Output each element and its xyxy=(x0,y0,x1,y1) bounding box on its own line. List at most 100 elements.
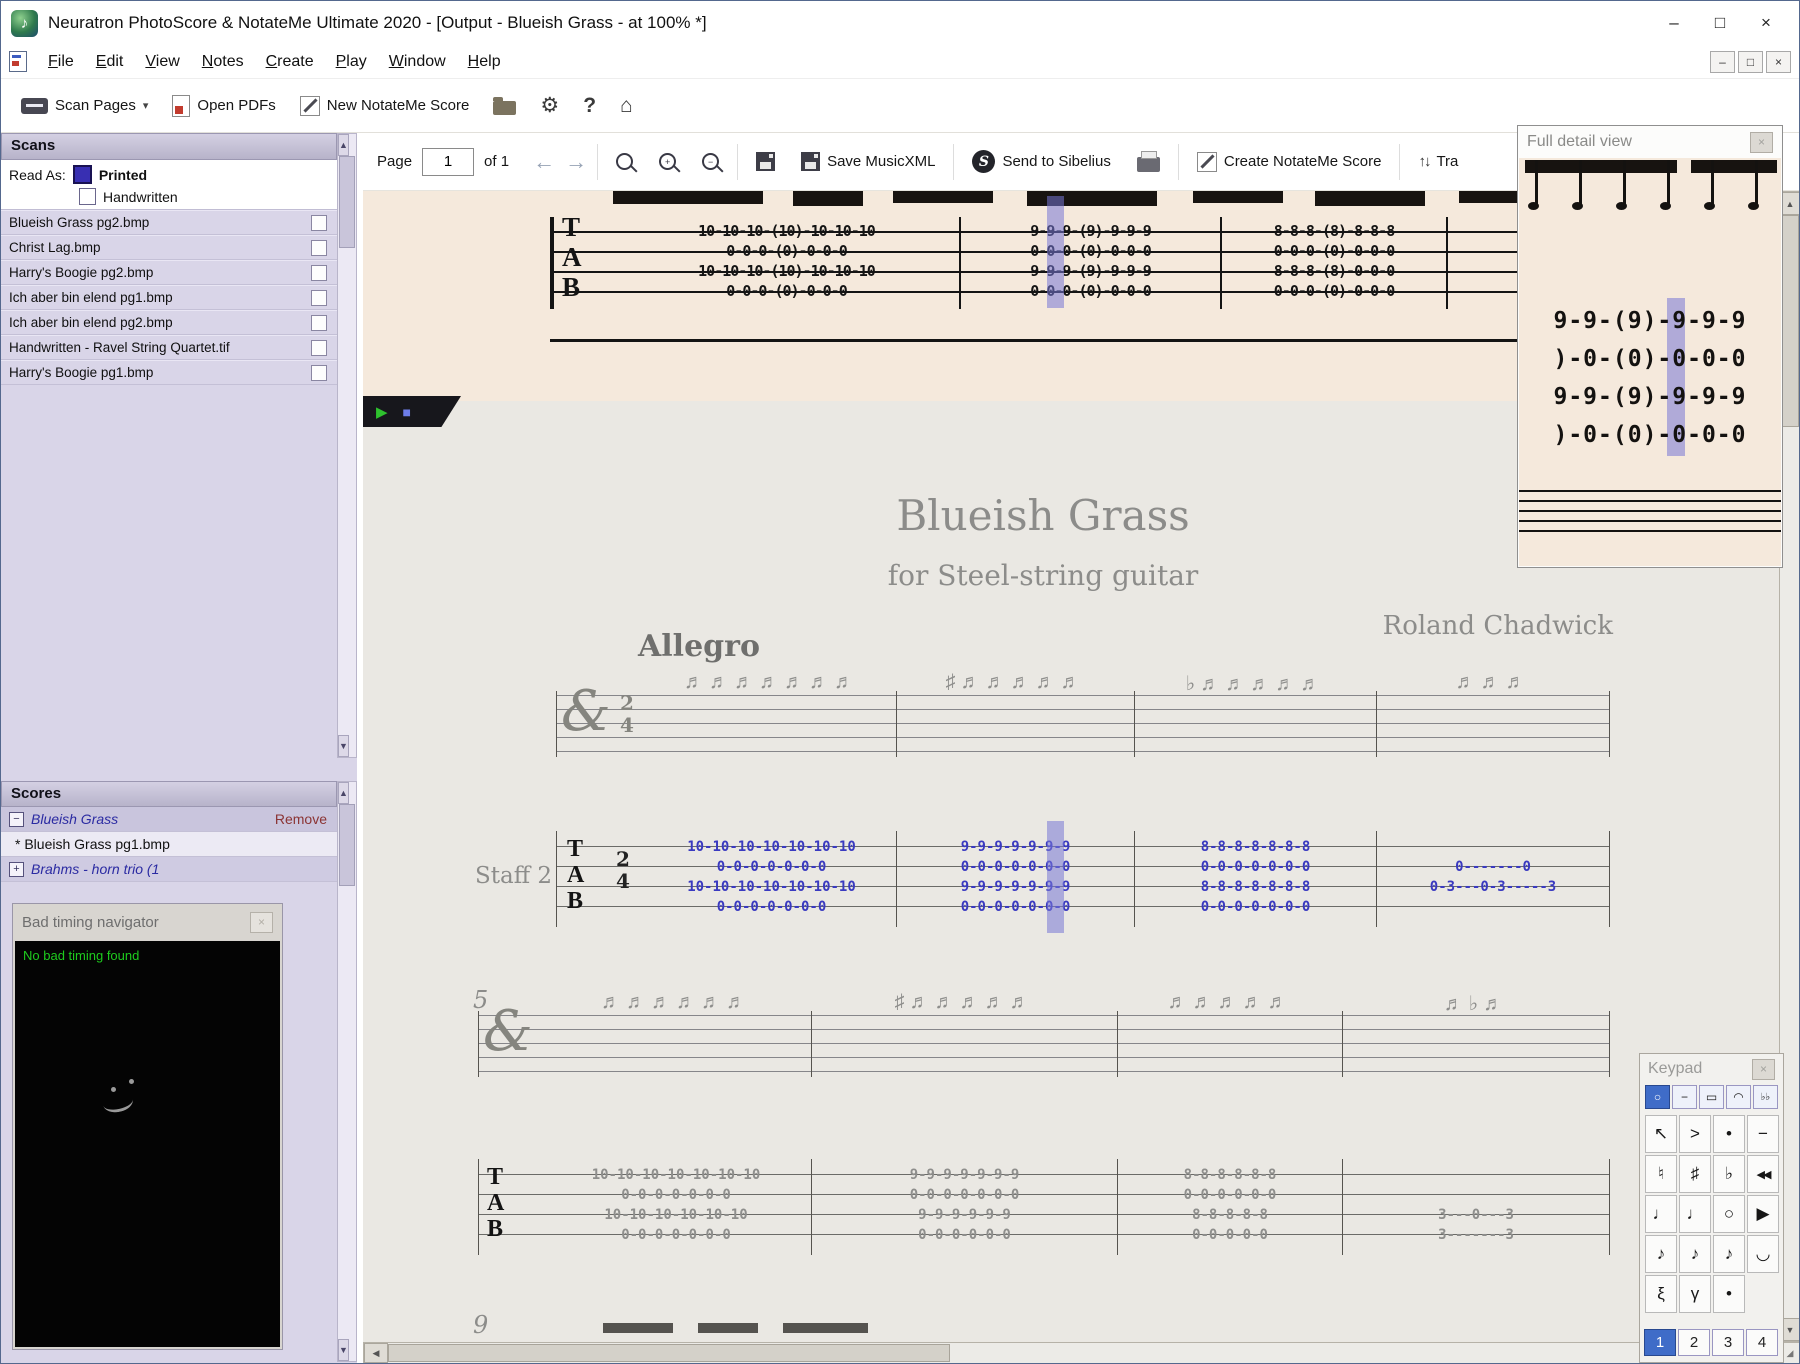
scroll-down-button[interactable]: ▼ xyxy=(338,1339,349,1361)
voice-2-button[interactable]: 2 xyxy=(1678,1329,1710,1356)
save-musicxml-button[interactable]: Save MusicXML xyxy=(793,147,943,176)
keypad-quarter-note-button[interactable]: ♩ xyxy=(1645,1195,1677,1233)
mdi-restore-button[interactable]: □ xyxy=(1738,50,1763,73)
menu-create[interactable]: Create xyxy=(255,49,325,75)
close-icon[interactable]: × xyxy=(1750,131,1773,153)
scan-file-checkbox[interactable] xyxy=(311,214,327,231)
menu-file[interactable]: File xyxy=(37,49,85,75)
create-notateme-score-button[interactable]: Create NotateMe Score xyxy=(1189,147,1390,177)
keypad-eighth-rest-button[interactable]: γ xyxy=(1679,1275,1711,1313)
keypad-tab[interactable]: ▭ xyxy=(1699,1085,1724,1109)
keypad-tie-button[interactable]: ◡ xyxy=(1747,1235,1779,1273)
scroll-up-button[interactable]: ▲ xyxy=(338,134,349,156)
scan-file-checkbox[interactable] xyxy=(311,239,327,256)
collapse-icon[interactable]: − xyxy=(9,811,24,827)
keypad-whole-note-button[interactable]: ○ xyxy=(1713,1195,1745,1233)
keypad-tab[interactable]: ♭♭ xyxy=(1753,1085,1778,1109)
open-folder-button[interactable] xyxy=(485,91,524,120)
maximize-button[interactable]: □ xyxy=(1697,3,1743,43)
scroll-up-button[interactable]: ▲ xyxy=(338,782,349,804)
print-button[interactable] xyxy=(1129,146,1168,177)
menu-view[interactable]: View xyxy=(134,49,190,75)
menu-notes[interactable]: Notes xyxy=(191,49,255,75)
keypad-tab-notes[interactable]: ○ xyxy=(1645,1085,1670,1109)
scrollbar-thumb[interactable] xyxy=(1781,215,1799,427)
scan-file-item[interactable]: Ich aber bin elend pg2.bmp xyxy=(1,310,337,335)
keypad-quarter-rest-button[interactable]: ξ xyxy=(1645,1275,1677,1313)
scan-file-checkbox[interactable] xyxy=(311,339,327,356)
home-button[interactable]: ⌂ xyxy=(612,89,641,123)
play-button[interactable]: ▶ xyxy=(376,403,388,421)
menu-help[interactable]: Help xyxy=(457,49,512,75)
scans-scrollbar[interactable]: ▲ ▼ xyxy=(337,133,357,758)
save-button[interactable] xyxy=(748,147,783,176)
scroll-up-button[interactable]: ▲ xyxy=(1780,192,1799,215)
keypad-pointer-button[interactable]: ↖ xyxy=(1645,1115,1677,1153)
keypad-accent-button[interactable]: > xyxy=(1679,1115,1711,1153)
zoom-out-button[interactable]: − xyxy=(694,148,727,175)
scan-file-item[interactable]: Blueish Grass pg2.bmp xyxy=(1,210,337,235)
keypad-rewind-button[interactable]: ◀◀ xyxy=(1747,1155,1779,1193)
transpose-button[interactable]: ↑↓ Tra xyxy=(1410,148,1466,175)
mdi-close-button[interactable]: × xyxy=(1766,50,1791,73)
keypad-quarter-note-button[interactable]: ♩ xyxy=(1679,1195,1711,1233)
scrollbar-thumb[interactable] xyxy=(339,156,355,248)
scroll-left-button[interactable]: ◀ xyxy=(364,1343,388,1363)
keypad-sharp-button[interactable]: ♯ xyxy=(1679,1155,1711,1193)
settings-button[interactable]: ⚙ xyxy=(532,88,567,123)
scan-file-item[interactable]: Harry's Boogie pg1.bmp xyxy=(1,360,337,385)
printed-checkbox[interactable] xyxy=(72,165,92,184)
close-icon[interactable]: × xyxy=(1752,1058,1775,1080)
scan-file-item[interactable]: Harry's Boogie pg2.bmp xyxy=(1,260,337,285)
document-icon[interactable] xyxy=(9,51,27,72)
keypad-play-button[interactable]: ▶ xyxy=(1747,1195,1779,1233)
score-item-brahms[interactable]: + Brahms - horn trio (1 xyxy=(1,857,337,882)
scan-file-checkbox[interactable] xyxy=(311,364,327,381)
keypad-tenuto-button[interactable]: − xyxy=(1747,1115,1779,1153)
minimize-button[interactable]: – xyxy=(1651,3,1697,43)
mdi-minimize-button[interactable]: – xyxy=(1710,50,1735,73)
zoom-in-button[interactable]: + xyxy=(651,148,684,175)
zoom-tool-button[interactable] xyxy=(608,148,641,175)
remove-link[interactable]: Remove xyxy=(275,811,327,827)
previous-page-icon[interactable]: ← xyxy=(533,149,555,175)
keypad-dot-button[interactable]: • xyxy=(1713,1115,1745,1153)
menu-edit[interactable]: Edit xyxy=(85,49,135,75)
keypad-natural-button[interactable]: ♮ xyxy=(1645,1155,1677,1193)
send-to-sibelius-button[interactable]: S Send to Sibelius xyxy=(964,145,1118,178)
voice-1-button[interactable]: 1 xyxy=(1644,1329,1676,1356)
voice-4-button[interactable]: 4 xyxy=(1746,1329,1778,1356)
horizontal-scrollbar[interactable]: ◀ ▶ xyxy=(363,1342,1779,1363)
close-icon[interactable]: × xyxy=(250,911,273,933)
next-page-icon[interactable]: → xyxy=(565,149,587,175)
keypad-eighth-note-button[interactable]: ♪ xyxy=(1679,1235,1711,1273)
keypad-dot-button[interactable]: • xyxy=(1713,1275,1745,1313)
scan-pages-button[interactable]: Scan Pages ▾ xyxy=(13,92,156,119)
new-notateme-score-button[interactable]: New NotateMe Score xyxy=(292,91,478,121)
scan-file-checkbox[interactable] xyxy=(311,264,327,281)
scan-file-checkbox[interactable] xyxy=(311,314,327,331)
menu-window[interactable]: Window xyxy=(378,49,457,75)
scan-file-item[interactable]: Handwritten - Ravel String Quartet.tif xyxy=(1,335,337,360)
close-button[interactable]: × xyxy=(1743,3,1789,43)
scroll-down-button[interactable]: ▼ xyxy=(338,735,349,757)
keypad-flat-button[interactable]: ♭ xyxy=(1713,1155,1745,1193)
page-number-input[interactable] xyxy=(422,147,475,176)
scrollbar-thumb[interactable] xyxy=(388,1344,950,1362)
score-item-blueish-grass[interactable]: − Blueish Grass Remove xyxy=(1,807,337,832)
dropdown-arrow-icon[interactable]: ▾ xyxy=(143,99,149,112)
score-page-item[interactable]: * Blueish Grass pg1.bmp xyxy=(1,832,337,857)
voice-3-button[interactable]: 3 xyxy=(1712,1329,1744,1356)
scan-file-item[interactable]: Christ Lag.bmp xyxy=(1,235,337,260)
scan-file-checkbox[interactable] xyxy=(311,289,327,306)
help-button[interactable]: ? xyxy=(575,89,604,123)
scores-scrollbar[interactable]: ▲ ▼ xyxy=(337,781,357,1362)
keypad-eighth-note-button[interactable]: ♪ xyxy=(1713,1235,1745,1273)
stop-button[interactable]: ■ xyxy=(403,404,411,420)
expand-icon[interactable]: + xyxy=(9,861,24,877)
scrollbar-thumb[interactable] xyxy=(339,804,355,886)
keypad-eighth-note-button[interactable]: ♪ xyxy=(1645,1235,1677,1273)
open-pdfs-button[interactable]: Open PDFs xyxy=(164,90,283,122)
menu-play[interactable]: Play xyxy=(325,49,378,75)
keypad-tab[interactable]: ◠ xyxy=(1726,1085,1751,1109)
